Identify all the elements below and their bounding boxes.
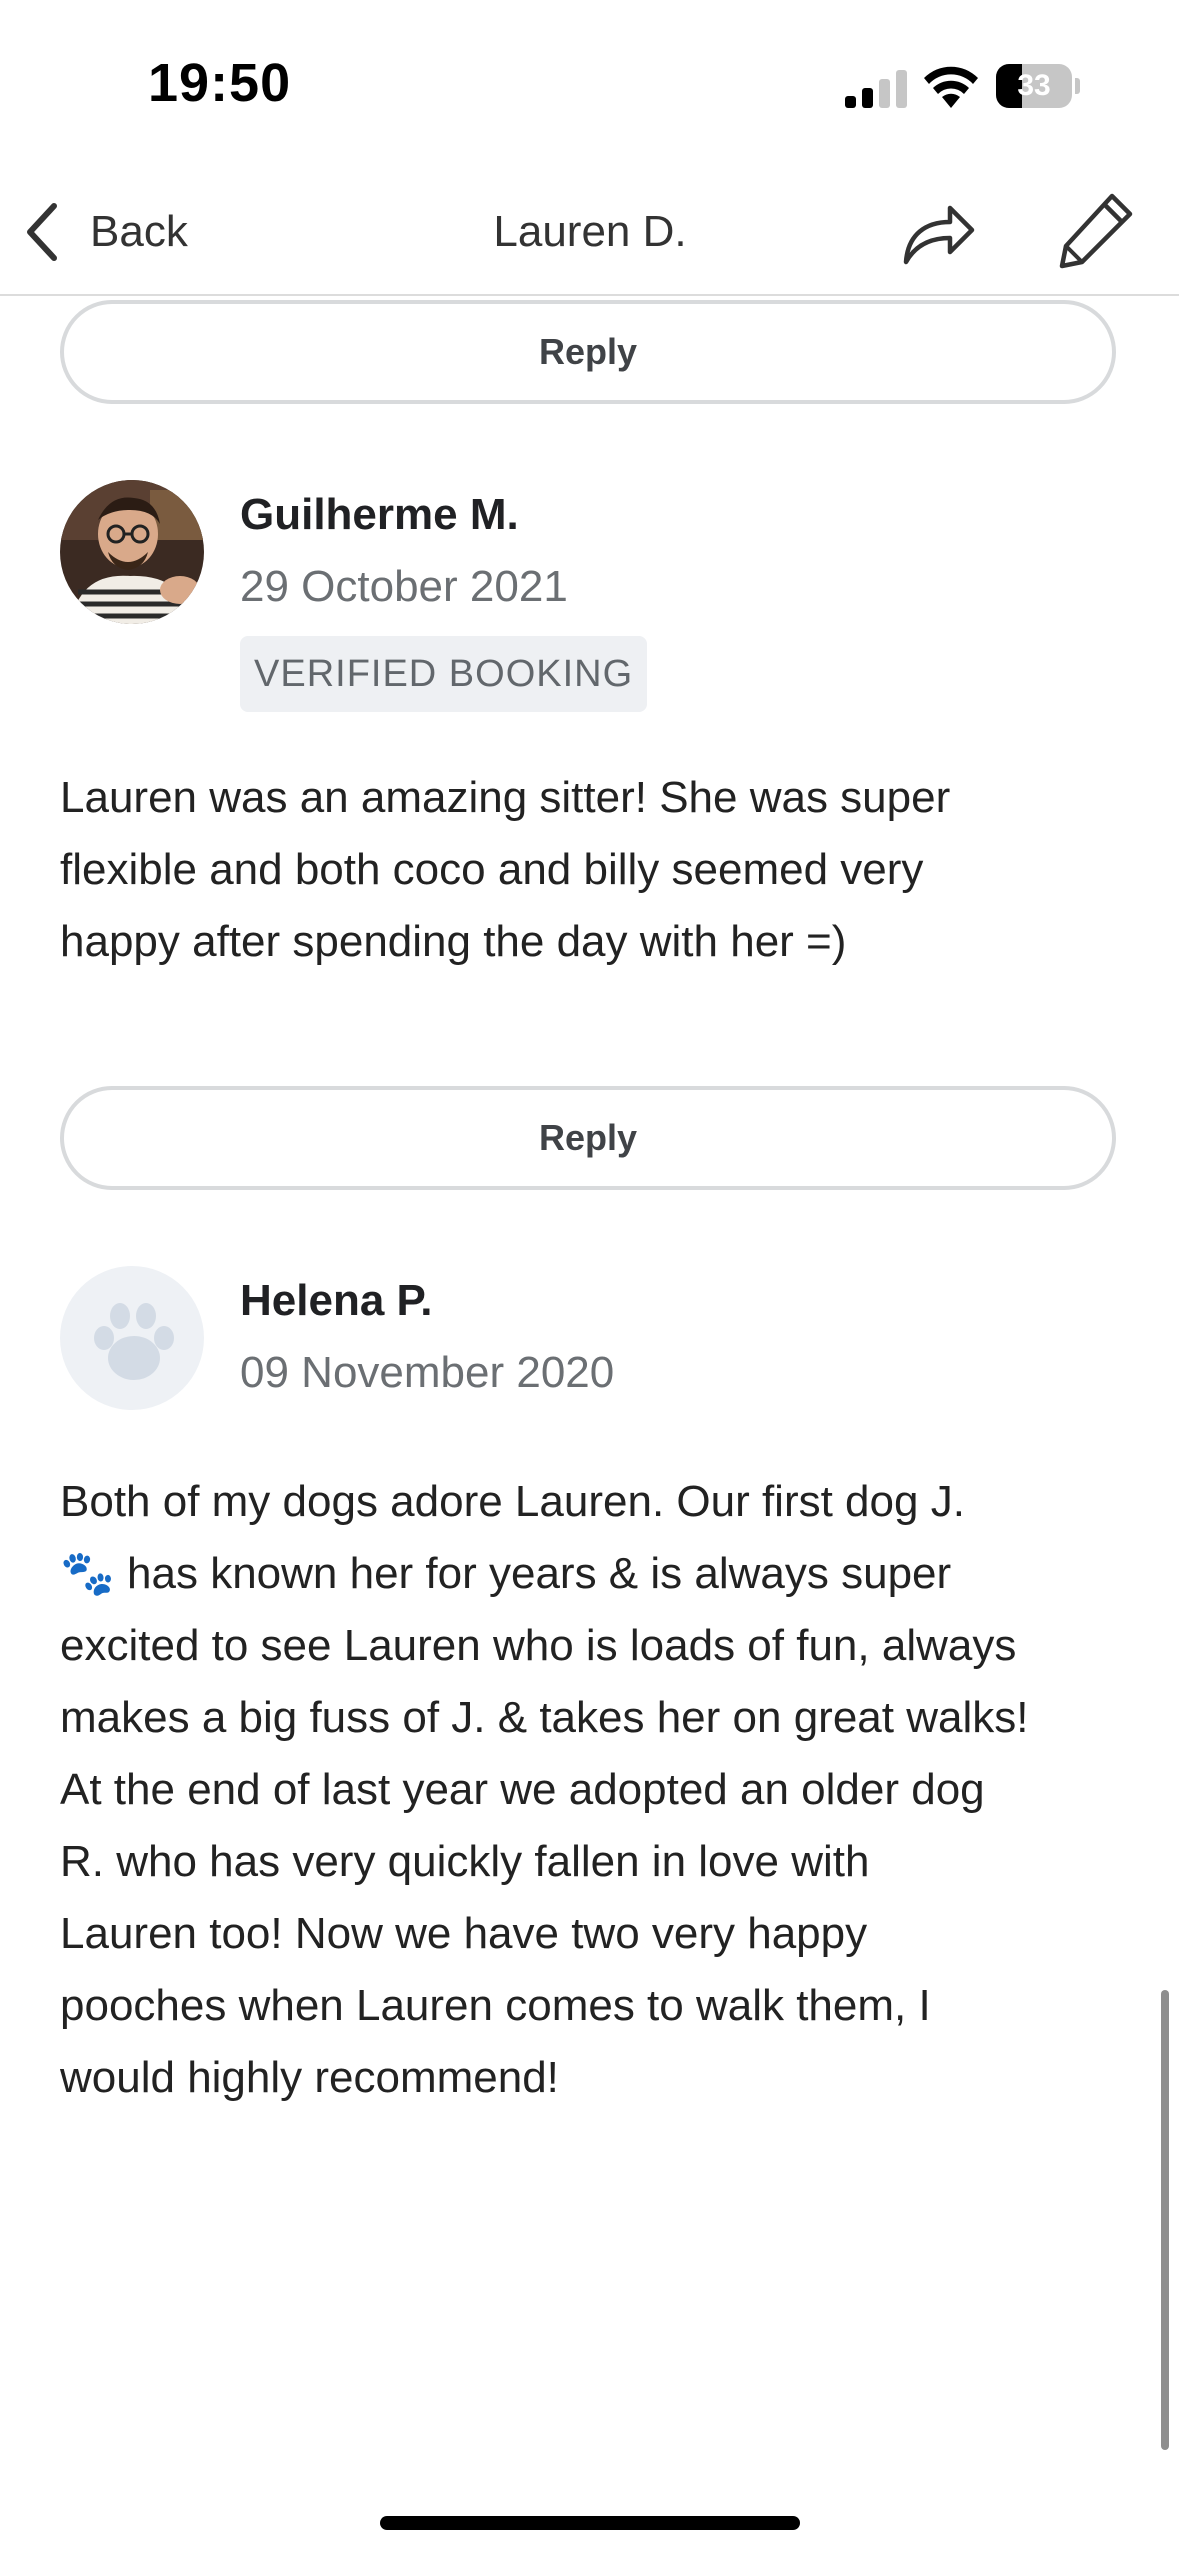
verified-booking-badge: VERIFIED BOOKING xyxy=(240,636,648,712)
guilherme-avatar-photo xyxy=(60,480,204,624)
share-icon[interactable] xyxy=(898,192,978,272)
battery-icon: 33 xyxy=(996,64,1080,108)
battery-body: 33 xyxy=(996,64,1072,108)
paw-icon xyxy=(94,1303,174,1380)
pencil-icon[interactable] xyxy=(1054,188,1138,272)
review-text-rest: has known her for years & is always supe… xyxy=(60,1549,1029,2102)
paw-prints-emoji: 🐾 xyxy=(60,1549,115,1598)
page-title: Lauren D. xyxy=(493,207,687,256)
review-text-line: Both of my dogs adore Lauren. Our first … xyxy=(60,1477,965,1526)
review-date: 29 October 2021 xyxy=(240,562,568,611)
review-date: 09 November 2020 xyxy=(240,1348,615,1397)
navigation-bar: Back Lauren D. xyxy=(0,170,1179,296)
avatar xyxy=(60,480,204,624)
back-button[interactable]: Back xyxy=(22,196,188,268)
reply-button[interactable]: Reply xyxy=(60,300,1116,404)
scrollbar[interactable] xyxy=(1161,1990,1169,2450)
home-indicator[interactable] xyxy=(380,2516,800,2530)
status-time: 19:50 xyxy=(148,53,292,113)
reviewer-name: Helena P. xyxy=(240,1276,433,1325)
battery-nub xyxy=(1075,78,1080,94)
chevron-left-icon xyxy=(27,203,57,261)
cellular-signal-icon xyxy=(845,70,907,108)
reply-button[interactable]: Reply xyxy=(60,1086,1116,1190)
status-bar: 19:50 33 xyxy=(0,0,1179,170)
review-screen: 19:50 33 Back Lauren D. Reply Guilherme … xyxy=(0,0,1179,2556)
review-text: Lauren was an amazing sitter! She was su… xyxy=(60,773,951,966)
review-text: Both of my dogs adore Lauren. Our first … xyxy=(60,1466,1120,2114)
reviewer-name: Guilherme M. xyxy=(240,490,519,539)
wifi-icon xyxy=(924,66,978,108)
back-label: Back xyxy=(90,207,188,256)
avatar xyxy=(60,1266,204,1410)
battery-level: 33 xyxy=(1017,69,1051,102)
